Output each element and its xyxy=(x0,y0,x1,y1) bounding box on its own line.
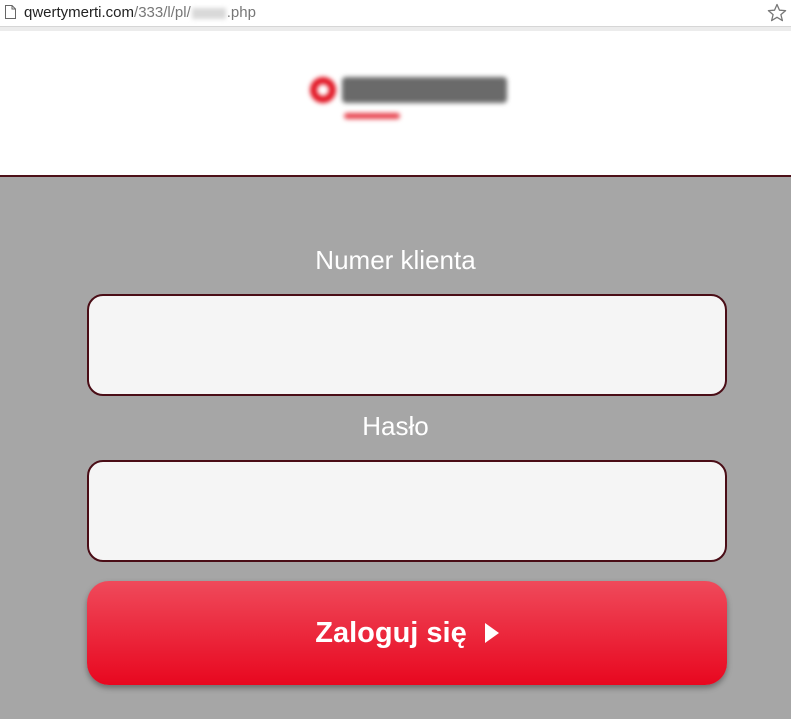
logo-wordmark xyxy=(342,77,507,103)
page-icon xyxy=(5,5,16,19)
logo-subline xyxy=(344,113,400,119)
client-number-label: Numer klienta xyxy=(315,245,476,275)
bank-logo xyxy=(308,75,513,131)
url-path: /333/l/pl/ xyxy=(134,4,191,21)
address-bar[interactable]: qwertymerti.com/333/l/pl/ .php xyxy=(0,0,791,27)
url-extension: .php xyxy=(226,4,256,21)
url-redacted xyxy=(191,7,226,19)
client-number-input[interactable] xyxy=(87,294,727,396)
url-domain: qwertymerti.com xyxy=(24,4,135,21)
login-button[interactable]: Zaloguj się xyxy=(87,581,727,685)
url-text[interactable]: qwertymerti.com/333/l/pl/ .php xyxy=(24,4,256,21)
logo-mark xyxy=(310,77,336,103)
bookmark-star-icon[interactable] xyxy=(767,3,787,23)
password-label: Hasło xyxy=(362,411,429,441)
login-button-label: Zaloguj się xyxy=(315,616,467,649)
page-header xyxy=(0,27,791,177)
play-arrow-icon xyxy=(484,623,499,644)
password-input[interactable] xyxy=(87,460,727,562)
